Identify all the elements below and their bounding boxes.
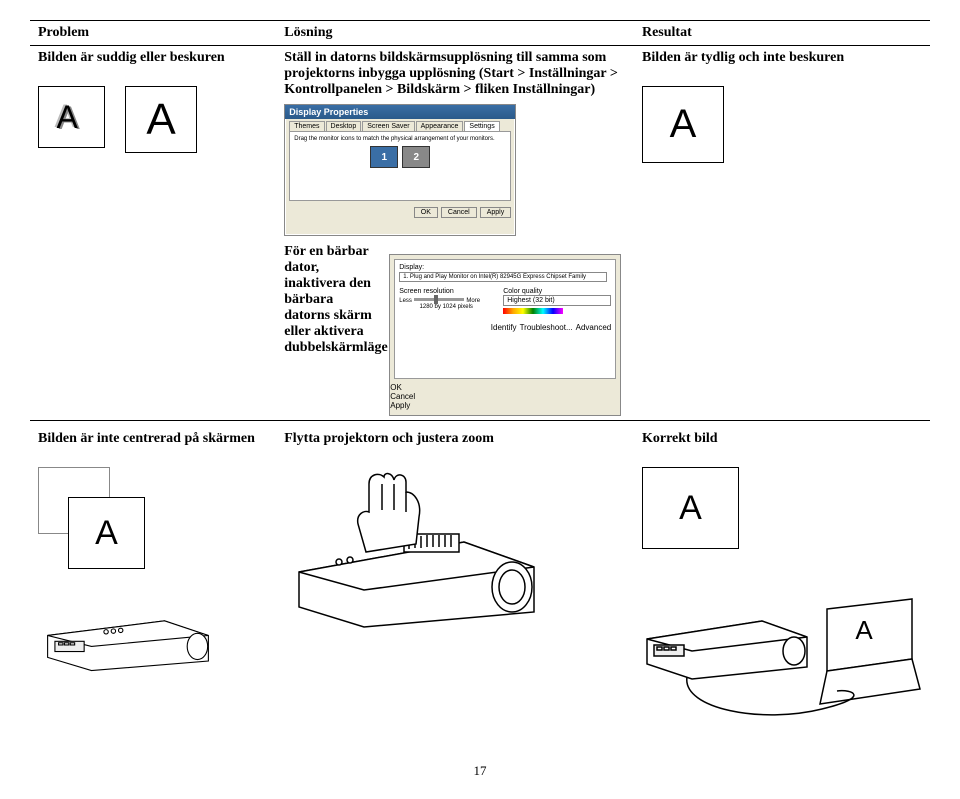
- tab-screensaver[interactable]: Screen Saver: [362, 121, 414, 131]
- hand-icon: [358, 474, 420, 552]
- row1-losning-text: Ställ in datorns bildskärmsupplösning ti…: [284, 50, 626, 98]
- color-quality-dropdown[interactable]: Highest (32 bit): [503, 295, 611, 306]
- apply-button[interactable]: Apply: [480, 207, 512, 218]
- display-dropdown[interactable]: 1. Plug and Play Monitor on Intel(R) 829…: [399, 272, 607, 282]
- laptop-note: För en bärbar dator, inaktivera den bärb…: [284, 244, 379, 356]
- laptop-icon: A: [820, 599, 920, 704]
- tab-themes[interactable]: Themes: [289, 121, 324, 131]
- troubleshoot-button[interactable]: Troubleshoot...: [520, 323, 573, 332]
- col-header-resultat: Resultat: [634, 21, 930, 46]
- troubleshooting-table: Problem Lösning Resultat Bilden är suddi…: [30, 20, 930, 733]
- drag-instruction: Drag the monitor icons to match the phys…: [294, 136, 506, 142]
- tab-appearance[interactable]: Appearance: [416, 121, 464, 131]
- tab-desktop[interactable]: Desktop: [326, 121, 362, 131]
- centered-image-icon: A: [642, 467, 739, 549]
- resolution-label: Screen resolution: [399, 288, 493, 295]
- off-center-image-icon: A: [38, 467, 158, 577]
- cropped-image-icon: A: [125, 86, 197, 153]
- row1-resultat-text: Bilden är tydlig och inte beskuren: [642, 50, 922, 66]
- projector-icon: [38, 577, 218, 672]
- table-row: Bilden är inte centrerad på skärmen A: [30, 421, 930, 734]
- monitor-1-icon[interactable]: 1: [370, 146, 398, 168]
- svg-text:A: A: [855, 615, 873, 645]
- col-header-problem: Problem: [30, 21, 276, 46]
- advanced-button[interactable]: Advanced: [576, 323, 612, 332]
- row3-resultat-text: Korrekt bild: [642, 431, 922, 447]
- row3-problem-text: Bilden är inte centrerad på skärmen: [38, 431, 268, 447]
- clear-image-icon: A: [642, 86, 724, 163]
- identify-button[interactable]: Identify: [491, 323, 517, 332]
- color-quality-label: Color quality: [503, 288, 611, 295]
- projector-laptop-setup-icon: A: [642, 559, 922, 729]
- display-settings-dialog-2: Display: 1. Plug and Play Monitor on Int…: [389, 254, 621, 416]
- blurry-image-icon: A A A: [38, 86, 105, 148]
- cancel-button[interactable]: Cancel: [441, 207, 477, 218]
- ok-button[interactable]: OK: [390, 383, 620, 392]
- resolution-slider[interactable]: [414, 298, 464, 301]
- dialog-titlebar: Display Properties: [285, 105, 515, 119]
- tab-settings[interactable]: Settings: [464, 121, 499, 131]
- row3-losning-text: Flytta projektorn och justera zoom: [284, 431, 626, 447]
- resolution-value: 1280 by 1024 pixels: [399, 304, 493, 310]
- color-bar-icon: [503, 308, 563, 314]
- table-row: Bilden är suddig eller beskuren A A A A …: [30, 46, 930, 241]
- projector-with-hand-icon: [284, 462, 544, 632]
- ok-button[interactable]: OK: [414, 207, 438, 218]
- cancel-button[interactable]: Cancel: [390, 392, 620, 401]
- dialog-tabs: Themes Desktop Screen Saver Appearance S…: [285, 119, 515, 131]
- display-label: Display:: [399, 264, 611, 271]
- row1-problem-text: Bilden är suddig eller beskuren: [38, 50, 268, 66]
- table-row: För en bärbar dator, inaktivera den bärb…: [30, 240, 930, 421]
- monitor-2-icon[interactable]: 2: [402, 146, 430, 168]
- col-header-losning: Lösning: [276, 21, 634, 46]
- page-number: 17: [30, 763, 930, 779]
- apply-button[interactable]: Apply: [390, 401, 620, 410]
- display-properties-dialog: Display Properties Themes Desktop Screen…: [284, 104, 516, 236]
